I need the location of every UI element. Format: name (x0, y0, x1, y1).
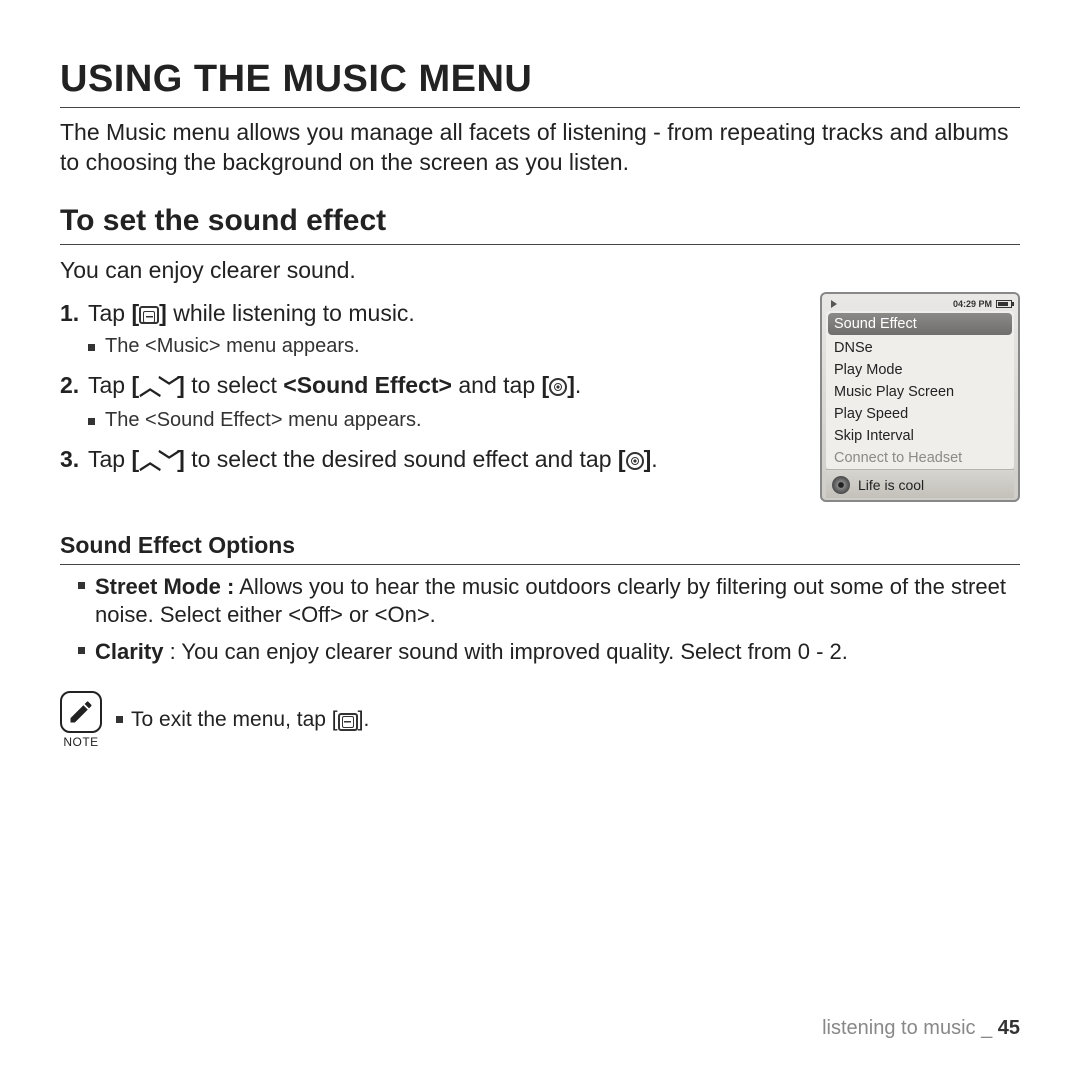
page-footer: listening to music _ 45 (822, 1017, 1020, 1040)
step-2: 2. Tap [︿﹀] to select <Sound Effect> and… (60, 370, 804, 403)
step-1-sub: The <Music> menu appears. (88, 335, 804, 358)
step-text: and tap (452, 372, 542, 398)
step-number: 1. (60, 298, 88, 329)
section-heading: To set the sound effect (60, 204, 1020, 245)
sound-effect-label: <Sound Effect> (283, 372, 452, 398)
step-number: 2. (60, 370, 88, 403)
disc-icon (832, 476, 850, 494)
device-now-playing: Life is cool (826, 469, 1014, 498)
device-menu-item: DNSe (826, 337, 1014, 359)
step-text: Tap (88, 446, 131, 472)
battery-icon (996, 300, 1012, 308)
options-heading: Sound Effect Options (60, 532, 1020, 565)
up-down-icon: ︿﹀ (139, 447, 177, 477)
bullet-icon (78, 647, 85, 654)
footer-section: listening to music _ (822, 1017, 998, 1039)
menu-icon (338, 713, 358, 731)
bullet-icon (78, 582, 85, 589)
option-text: : You can enjoy clearer sound with impro… (163, 639, 847, 664)
device-menu-item: Play Mode (826, 359, 1014, 381)
section-intro: You can enjoy clearer sound. (60, 257, 1020, 284)
play-icon (831, 300, 837, 308)
step-1: 1. Tap [] while listening to music. (60, 298, 804, 329)
device-status-bar: 04:29 PM (826, 298, 1014, 311)
option-clarity: Clarity : You can enjoy clearer sound wi… (78, 638, 1020, 667)
note-body: To exit the menu, tap (131, 708, 332, 731)
bullet-icon (116, 716, 123, 723)
option-label: Street Mode : (95, 574, 234, 599)
device-menu-item: Skip Interval (826, 425, 1014, 447)
up-down-icon: ︿﹀ (139, 373, 177, 403)
select-icon (549, 378, 567, 396)
step-text: Tap (88, 300, 131, 326)
device-menu-item: Play Speed (826, 403, 1014, 425)
note-pencil-icon (60, 691, 102, 733)
note-label: NOTE (60, 735, 102, 749)
note-icon-wrap: NOTE (60, 691, 102, 749)
step-text: while listening to music. (167, 300, 415, 326)
now-playing-title: Life is cool (858, 477, 924, 493)
step-text: . (651, 446, 657, 472)
page-title: USING THE MUSIC MENU (60, 58, 1020, 108)
device-menu-item: Music Play Screen (826, 381, 1014, 403)
device-menu-item-selected: Sound Effect (828, 313, 1012, 335)
select-icon (626, 452, 644, 470)
intro-text: The Music menu allows you manage all fac… (60, 118, 1020, 178)
device-time: 04:29 PM (953, 299, 992, 309)
footer-page-number: 45 (998, 1017, 1020, 1039)
option-street-mode: Street Mode : Allows you to hear the mus… (78, 573, 1020, 630)
step-3: 3. Tap [︿﹀] to select the desired sound … (60, 444, 804, 477)
sub-text: The <Music> menu appears. (105, 335, 360, 358)
step-2-sub: The <Sound Effect> menu appears. (88, 409, 804, 432)
option-label: Clarity (95, 639, 163, 664)
bullet-icon (88, 344, 95, 351)
note-block: NOTE To exit the menu, tap []. (60, 691, 1020, 749)
bullet-icon (88, 418, 95, 425)
device-menu: Sound Effect DNSe Play Mode Music Play S… (826, 311, 1014, 469)
step-text: . (575, 372, 581, 398)
step-text: to select the desired sound effect and t… (185, 446, 618, 472)
note-body: . (363, 708, 369, 731)
step-number: 3. (60, 444, 88, 477)
device-screenshot: 04:29 PM Sound Effect DNSe Play Mode Mus… (820, 292, 1020, 502)
device-menu-item-disabled: Connect to Headset (826, 447, 1014, 469)
sub-text: The <Sound Effect> menu appears. (105, 409, 422, 432)
step-text: Tap (88, 372, 131, 398)
step-text: to select (185, 372, 283, 398)
note-text: To exit the menu, tap []. (116, 708, 369, 732)
menu-icon (139, 306, 159, 324)
steps-list: 1. Tap [] while listening to music. The … (60, 298, 804, 482)
